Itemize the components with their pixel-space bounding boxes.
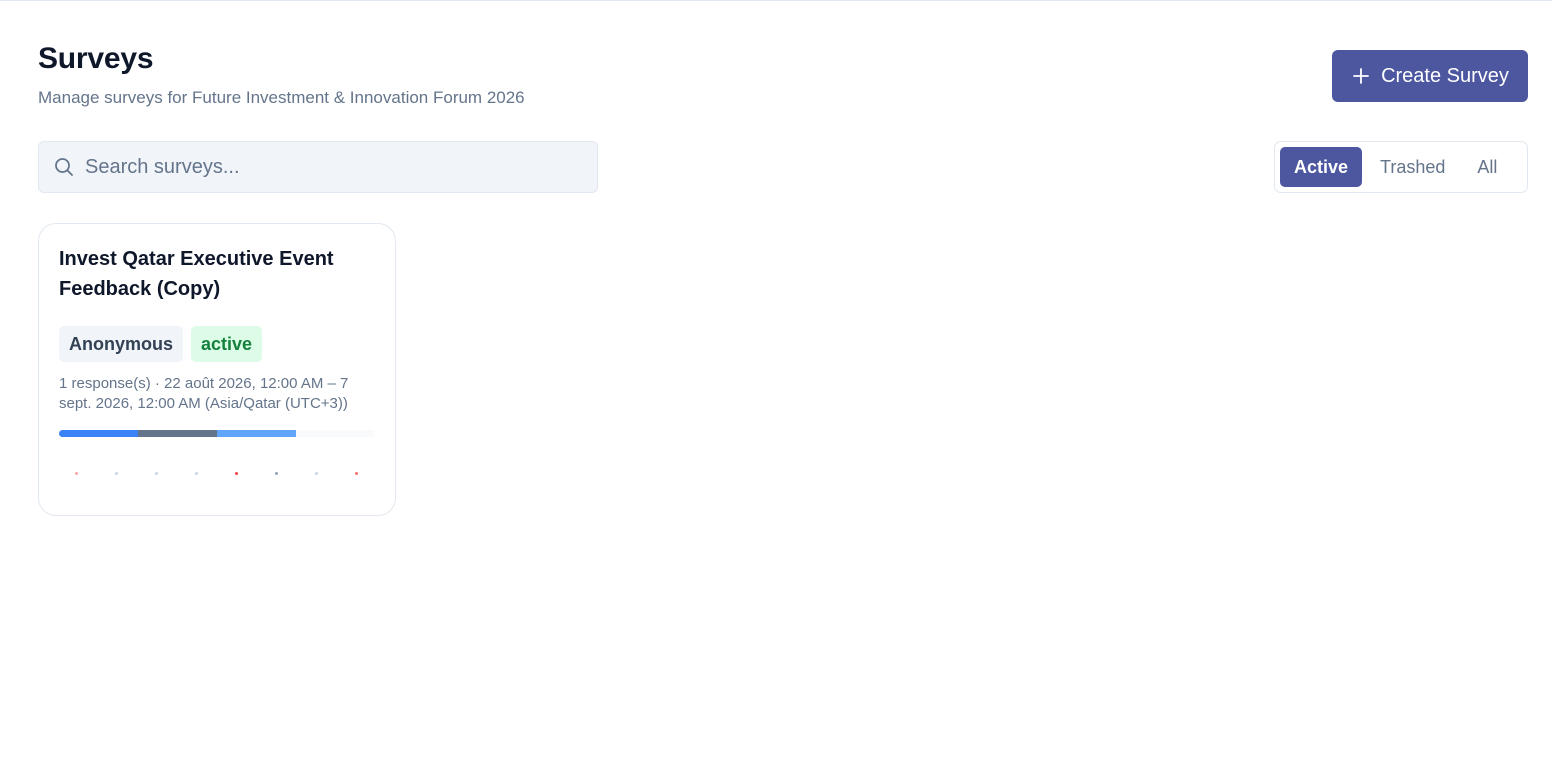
page-subtitle: Manage surveys for Future Investment & I… (38, 88, 525, 107)
progress-segment (59, 430, 138, 437)
page-header: Surveys Manage surveys for Future Invest… (38, 42, 1528, 112)
progress-segment (217, 430, 296, 437)
toolbar: Active Trashed All (38, 141, 1528, 193)
status-badge: active (191, 326, 263, 362)
anonymous-badge: Anonymous (59, 326, 184, 362)
survey-badges: Anonymous active (59, 326, 375, 362)
activity-dot (75, 472, 78, 475)
survey-title[interactable]: Invest Qatar Executive Event Feedback (C… (59, 244, 359, 304)
search-input[interactable] (85, 155, 565, 179)
activity-dot (275, 472, 278, 475)
create-survey-button[interactable]: Create Survey (1332, 50, 1528, 102)
response-progress-bar (59, 430, 375, 437)
survey-card[interactable]: Invest Qatar Executive Event Feedback (C… (38, 223, 396, 516)
activity-dots (75, 472, 365, 478)
activity-dot (155, 472, 158, 475)
status-filter-tabs: Active Trashed All (1274, 141, 1528, 193)
survey-meta: 1 response(s) · 22 août 2026, 12:00 AM –… (59, 375, 349, 412)
create-survey-label: Create Survey (1381, 64, 1509, 87)
plus-icon (1351, 66, 1371, 86)
page-title: Surveys (38, 42, 154, 75)
search-icon (53, 156, 75, 178)
activity-dot (115, 472, 118, 475)
search-box[interactable] (38, 141, 598, 193)
activity-dot (315, 472, 318, 475)
activity-dot (355, 472, 358, 475)
filter-tab-all[interactable]: All (1463, 147, 1511, 187)
activity-dot (195, 472, 198, 475)
filter-tab-active[interactable]: Active (1280, 147, 1363, 187)
activity-dot (235, 472, 238, 475)
filter-tab-trashed[interactable]: Trashed (1366, 147, 1459, 187)
progress-segment (138, 430, 217, 437)
top-divider (0, 0, 1552, 1)
